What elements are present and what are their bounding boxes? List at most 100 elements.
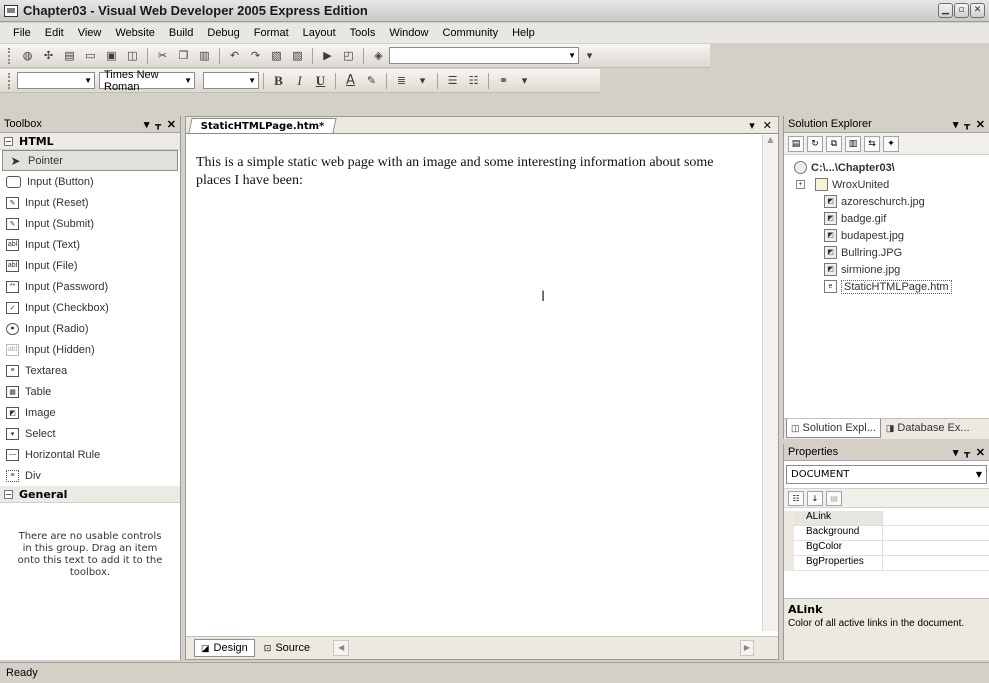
toolbox-item-input-button[interactable]: Input (Button) <box>0 171 180 192</box>
close-icon[interactable]: ✕ <box>970 3 985 18</box>
toolbar-options-icon[interactable]: ▾ <box>516 73 533 89</box>
back-color-icon[interactable]: ✎ <box>363 73 380 89</box>
block-format-combo[interactable]: ▼ <box>17 72 95 89</box>
tree-item-selected[interactable]: e StaticHTMLPage.htm <box>788 278 989 295</box>
expand-icon[interactable]: + <box>796 180 805 189</box>
italic-icon[interactable]: I <box>291 73 308 89</box>
property-value[interactable] <box>882 541 989 556</box>
menu-debug[interactable]: Debug <box>200 27 246 39</box>
scroll-right-icon[interactable]: ▶ <box>740 640 754 656</box>
menu-build[interactable]: Build <box>162 27 200 39</box>
alphabetical-icon[interactable]: ↓ <box>807 490 823 506</box>
close-icon[interactable]: ✕ <box>167 118 176 131</box>
scroll-left-icon[interactable]: ◀ <box>333 640 350 656</box>
toolbox-item-table[interactable]: ▦ Table <box>0 381 180 402</box>
tab-database-explorer[interactable]: ◨ Database Ex... <box>881 419 975 438</box>
source-view-button[interactable]: ⊡ Source <box>257 639 317 657</box>
fore-color-icon[interactable]: A <box>342 73 359 89</box>
view-code-icon[interactable]: ▥ <box>845 135 861 152</box>
tree-item[interactable]: ◩ budapest.jpg <box>788 227 989 244</box>
toolbox-item-input-password[interactable]: ** Input (Password) <box>0 276 180 297</box>
menu-file[interactable]: File <box>6 27 38 39</box>
property-value[interactable] <box>882 511 989 526</box>
close-document-icon[interactable]: ✕ <box>763 119 772 132</box>
property-row[interactable]: BgColor <box>784 541 989 556</box>
properties-icon[interactable]: ▤ <box>788 135 804 152</box>
property-row[interactable]: ALink <box>784 511 989 526</box>
toolbar-options-icon[interactable]: ▾ <box>581 48 598 64</box>
paste-icon[interactable]: ▥ <box>196 48 213 64</box>
toolbox-item-input-file[interactable]: abl Input (File) <box>0 255 180 276</box>
pin-icon[interactable]: ᚁ <box>964 446 969 459</box>
toolbox-item-input-reset[interactable]: ✎ Input (Reset) <box>0 192 180 213</box>
save-icon[interactable]: ▣ <box>103 48 120 64</box>
menu-website[interactable]: Website <box>108 27 162 39</box>
toolbox-item-input-radio[interactable]: ● Input (Radio) <box>0 318 180 339</box>
menu-layout[interactable]: Layout <box>296 27 343 39</box>
refresh-icon[interactable]: ↻ <box>807 135 823 152</box>
justify-menu-icon[interactable]: ▾ <box>414 73 431 89</box>
font-name-combo[interactable]: Times New Roman ▼ <box>99 69 195 93</box>
window-position-icon[interactable]: ▾ <box>953 446 959 459</box>
property-value[interactable] <box>882 526 989 541</box>
toolbox-group-html[interactable]: − HTML <box>0 133 180 150</box>
tree-item[interactable]: ◩ sirmione.jpg <box>788 261 989 278</box>
copy-website-icon[interactable]: ⇆ <box>864 135 880 152</box>
toolbox-item-image[interactable]: ◩ Image <box>0 402 180 423</box>
tree-item[interactable]: ◩ Bullring.JPG <box>788 244 989 261</box>
toolbox-item-input-text[interactable]: abl Input (Text) <box>0 234 180 255</box>
underline-icon[interactable]: U <box>312 73 329 89</box>
font-size-combo[interactable]: ▼ <box>203 72 259 89</box>
toolbox-item-pointer[interactable]: ➤ Pointer <box>2 150 178 171</box>
add-item-icon[interactable]: ✣ <box>40 48 57 64</box>
tree-folder-wroxunited[interactable]: + WroxUnited <box>788 176 989 193</box>
window-position-icon[interactable]: ▾ <box>953 118 959 131</box>
asp-config-icon[interactable]: ✦ <box>883 135 899 152</box>
cut-icon[interactable]: ✂ <box>154 48 171 64</box>
redo-icon[interactable]: ↷ <box>247 48 264 64</box>
property-row[interactable]: BgProperties <box>784 556 989 571</box>
menu-view[interactable]: View <box>71 27 109 39</box>
view-in-browser-icon[interactable]: ◰ <box>340 48 357 64</box>
tab-static-html-page[interactable]: StaticHTMLPage.htm* <box>188 118 338 133</box>
bullets-icon[interactable]: ☰ <box>444 73 461 89</box>
close-icon[interactable]: ✕ <box>976 446 985 459</box>
toolbar-grip[interactable] <box>8 47 11 64</box>
design-view-button[interactable]: ◪ Design <box>194 639 255 657</box>
minimize-icon[interactable]: ▁ <box>938 3 953 18</box>
find-combo[interactable]: ▼ <box>389 47 579 64</box>
object-selector[interactable]: DOCUMENT ▼ <box>786 465 987 484</box>
numbering-icon[interactable]: ☷ <box>465 73 482 89</box>
scroll-up-icon[interactable]: ▲ <box>763 135 778 151</box>
nest-files-icon[interactable]: ⧉ <box>826 135 842 152</box>
categorized-icon[interactable]: ☷ <box>788 490 804 506</box>
property-row[interactable]: Background <box>784 526 989 541</box>
find-icon[interactable]: ◈ <box>370 48 387 64</box>
toolbox-item-textarea[interactable]: ≡ Textarea <box>0 360 180 381</box>
tree-root[interactable]: C:\...\Chapter03\ <box>788 159 989 176</box>
toolbox-item-input-checkbox[interactable]: ✓ Input (Checkbox) <box>0 297 180 318</box>
active-files-icon[interactable]: ▾ <box>749 119 755 132</box>
tab-solution-explorer[interactable]: ◫ Solution Expl... <box>786 419 881 438</box>
close-icon[interactable]: ✕ <box>976 118 985 131</box>
tree-item[interactable]: ◩ badge.gif <box>788 210 989 227</box>
design-surface-text[interactable]: This is a simple static web page with an… <box>196 154 736 190</box>
menu-tools[interactable]: Tools <box>343 27 383 39</box>
toolbox-item-input-hidden[interactable]: abl Input (Hidden) <box>0 339 180 360</box>
menu-help[interactable]: Help <box>505 27 542 39</box>
copy-icon[interactable]: ❐ <box>175 48 192 64</box>
navigate-forward-icon[interactable]: ▨ <box>289 48 306 64</box>
start-debugging-icon[interactable]: ▶ <box>319 48 336 64</box>
window-position-icon[interactable]: ▾ <box>144 118 150 131</box>
bold-icon[interactable]: B <box>270 73 287 89</box>
navigate-back-icon[interactable]: ▧ <box>268 48 285 64</box>
hyperlink-icon[interactable]: ⚭ <box>495 73 512 89</box>
undo-icon[interactable]: ↶ <box>226 48 243 64</box>
menu-community[interactable]: Community <box>435 27 505 39</box>
toolbox-group-general[interactable]: − General <box>0 486 180 503</box>
vertical-scrollbar[interactable]: ▲ <box>762 135 778 631</box>
property-pages-icon[interactable]: ▤ <box>826 490 842 506</box>
toolbar-grip[interactable] <box>8 72 11 89</box>
maximize-icon[interactable]: ▫ <box>954 3 969 18</box>
menu-edit[interactable]: Edit <box>38 27 71 39</box>
